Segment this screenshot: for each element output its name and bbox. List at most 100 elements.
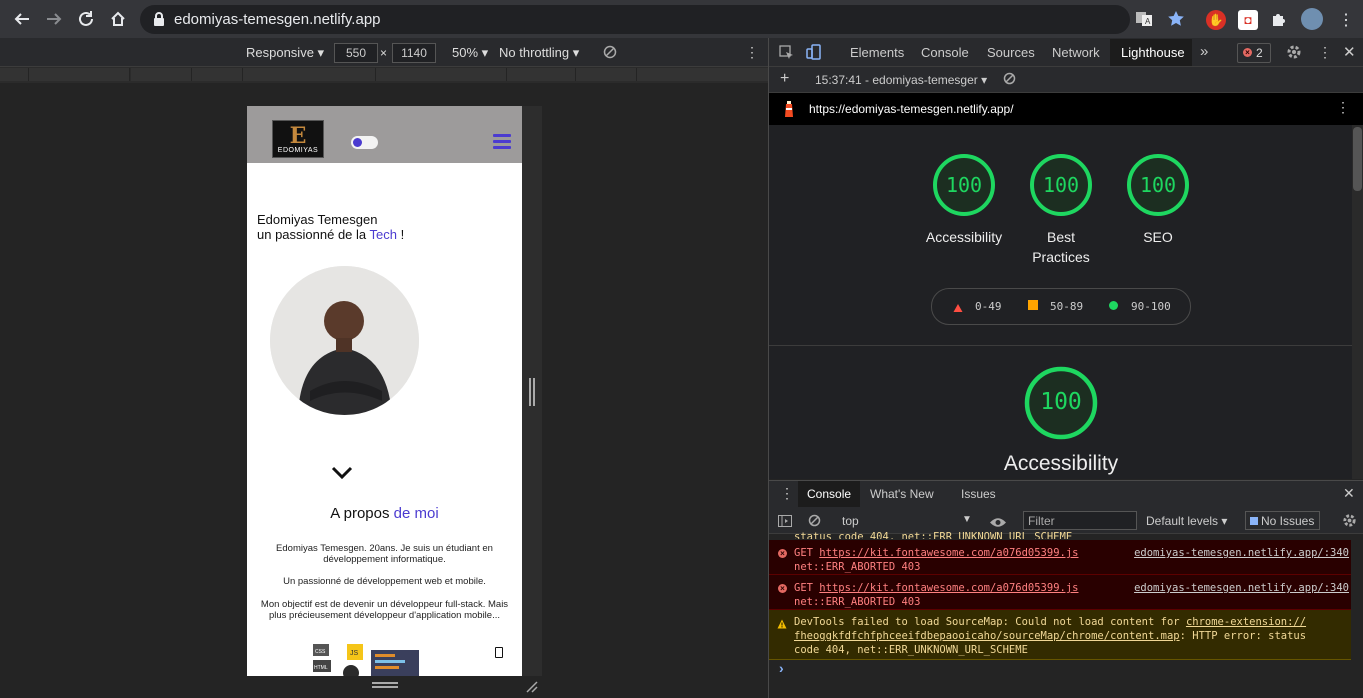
hero-tagline: un passionné de la Tech ! [257, 227, 405, 242]
hero-name: Edomiyas Temesgen [257, 212, 378, 227]
sourcemap-link-cont[interactable]: fheoggkfdfchfphceeifdbepaooicaho/sourceM… [794, 630, 1180, 642]
forward-icon[interactable] [42, 7, 66, 31]
more-tabs-icon[interactable]: » [1200, 43, 1208, 60]
log-levels-select[interactable]: Default levels ▾ [1146, 514, 1227, 528]
adblock-extension-icon[interactable]: ✋ [1206, 10, 1226, 30]
extensions-puzzle-icon[interactable] [1270, 10, 1288, 33]
issues-button[interactable]: No Issues [1245, 511, 1320, 530]
drawer-tab-issues[interactable]: Issues [961, 487, 996, 501]
report-scrollbar[interactable] [1352, 125, 1363, 479]
error-url-link[interactable]: https://kit.fontawesome.com/a076d05399.j… [819, 582, 1078, 594]
legend-pass: 90-100 [1131, 300, 1171, 313]
device-mode-select[interactable]: Responsive ▾ [246, 45, 324, 61]
theme-toggle[interactable] [351, 136, 378, 149]
address-url[interactable]: edomiyas-temesgen.netlify.app [174, 11, 381, 28]
home-icon[interactable] [106, 7, 130, 31]
ruler-segment[interactable] [243, 68, 376, 81]
tab-network[interactable]: Network [1052, 45, 1100, 60]
context-select[interactable]: top [842, 514, 859, 528]
score-accessibility: 100 [945, 173, 983, 197]
bookmark-star-icon[interactable] [1167, 10, 1185, 33]
mobile-device-icon [495, 647, 503, 658]
label-best-practices[interactable]: Best Practices [1011, 229, 1111, 265]
rotate-icon[interactable] [603, 45, 617, 64]
browser-menu-icon[interactable]: ⋮ [1338, 10, 1354, 30]
error-counter[interactable]: × 2 [1237, 43, 1271, 63]
close-devtools-icon[interactable]: ✕ [1343, 43, 1356, 61]
report-menu-icon[interactable]: ⋮ [1336, 99, 1350, 116]
pocket-extension-icon[interactable]: ◘ [1238, 10, 1258, 30]
site-logo[interactable]: E EDOMIYAS [272, 120, 324, 158]
resize-corner-icon[interactable] [526, 680, 538, 698]
inspect-element-icon[interactable] [779, 45, 794, 65]
ruler-segment[interactable] [376, 68, 507, 81]
report-select[interactable]: 15:37:41 - edomiyas-temesger ▾ [815, 73, 987, 87]
resize-handle-bottom-icon[interactable] [372, 682, 398, 688]
ruler-segment[interactable] [131, 68, 192, 81]
throttling-select[interactable]: No throttling ▾ [499, 45, 579, 61]
console-warning-message: DevTools failed to load SourceMap: Could… [794, 616, 1307, 656]
about-paragraph-2: Un passionné de développement web et mob… [283, 576, 486, 587]
category-heading: Accessibility [1003, 452, 1119, 475]
console-filter-input[interactable]: Filter [1023, 511, 1137, 530]
translate-icon[interactable]: A [1135, 11, 1153, 27]
about-heading: A propos de moi [330, 505, 439, 522]
devtools-menu-icon[interactable]: ⋮ [1318, 44, 1332, 61]
tab-sources[interactable]: Sources [987, 45, 1035, 60]
clear-reports-icon[interactable] [1003, 72, 1016, 90]
svg-text:A: A [1145, 17, 1151, 26]
console-error-icon: × [778, 549, 787, 558]
tab-console[interactable]: Console [921, 45, 969, 60]
hamburger-menu-icon[interactable] [493, 134, 511, 149]
about-paragraph-3: Mon objectif est de devenir un développe… [260, 599, 509, 621]
console-sidebar-icon[interactable] [778, 514, 792, 532]
new-report-plus-icon[interactable]: + [780, 70, 789, 88]
device-width-input[interactable]: 550 [334, 43, 378, 63]
drawer-menu-icon[interactable]: ⋮ [780, 485, 794, 502]
fail-triangle-icon [953, 300, 963, 318]
tab-elements[interactable]: Elements [850, 45, 904, 60]
settings-gear-icon[interactable] [1286, 44, 1302, 65]
error-count: 2 [1256, 46, 1263, 60]
score-accessibility-large: 100 [1040, 389, 1082, 415]
lock-icon[interactable] [152, 11, 166, 27]
error-source-link[interactable]: edomiyas-temesgen.netlify.app/:340 [1134, 546, 1349, 560]
zoom-select[interactable]: 50% ▾ [452, 45, 488, 61]
close-drawer-icon[interactable]: ✕ [1343, 485, 1355, 502]
tech-illustration: CSS HTML JS [311, 640, 421, 676]
legend-fail: 0-49 [975, 300, 1002, 313]
device-options-icon[interactable]: ⋮ [745, 44, 759, 61]
report-url[interactable]: https://edomiyas-temesgen.netlify.app/ [809, 102, 1014, 116]
label-accessibility[interactable]: Accessibility [914, 229, 1014, 245]
error-source-link[interactable]: edomiyas-temesgen.netlify.app/:340 [1134, 581, 1349, 595]
html-tag: HTML [314, 665, 328, 671]
ruler-segment[interactable] [0, 68, 29, 81]
dimension-separator: × [380, 46, 388, 60]
issues-icon [1250, 517, 1258, 525]
about-paragraph-1: Edomiyas Temesgen. 20ans. Je suis un étu… [276, 543, 493, 565]
device-height-input[interactable]: 1140 [392, 43, 436, 63]
profile-avatar-icon[interactable] [1301, 8, 1323, 30]
error-url-link[interactable]: https://kit.fontawesome.com/a076d05399.j… [819, 547, 1078, 559]
scroll-down-chevron-icon[interactable] [331, 466, 353, 485]
ruler-segment[interactable] [29, 68, 130, 81]
drawer-tab-console[interactable]: Console [807, 487, 851, 501]
ruler-segment[interactable] [637, 68, 769, 81]
sourcemap-link[interactable]: chrome-extension:// [1186, 616, 1306, 628]
ruler-segment[interactable] [192, 68, 243, 81]
console-error-message: GET https://kit.fontawesome.com/a076d053… [794, 581, 1349, 608]
drawer-tab-whats-new[interactable]: What's New [870, 487, 934, 501]
resize-handle-right-icon[interactable] [529, 378, 535, 406]
console-prompt[interactable]: › [779, 660, 784, 676]
error-icon: × [1243, 48, 1252, 57]
back-icon[interactable] [10, 7, 34, 31]
ruler-segment[interactable] [576, 68, 637, 81]
tab-lighthouse[interactable]: Lighthouse [1121, 45, 1185, 60]
device-toggle-icon[interactable] [806, 44, 822, 65]
reload-icon[interactable] [74, 7, 98, 31]
label-seo[interactable]: SEO [1108, 229, 1208, 245]
context-dropdown-icon[interactable]: ▼ [962, 514, 972, 525]
console-message-partial: status code 404, net::ERR_UNKNOWN_URL_SC… [794, 531, 1073, 539]
console-error-icon: × [778, 584, 787, 593]
ruler-segment[interactable] [507, 68, 576, 81]
